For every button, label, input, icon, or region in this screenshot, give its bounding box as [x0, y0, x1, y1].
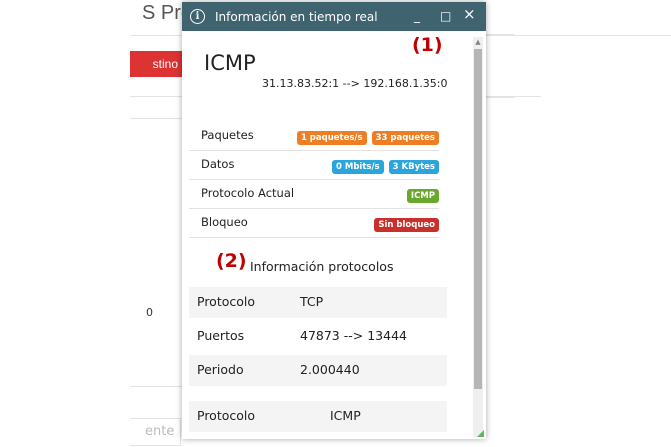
- stat-label: Datos: [201, 157, 235, 171]
- stat-label: Paquetes: [201, 128, 254, 142]
- background-input-text: ente: [145, 424, 175, 439]
- background-divider: [130, 96, 182, 97]
- vertical-scrollbar[interactable]: ▲: [473, 37, 483, 437]
- table-row: Periodo 2.000440: [189, 355, 447, 386]
- current-protocol-heading: ICMP: [204, 51, 256, 75]
- dialog-content: (1) ICMP 31.13.83.52:1 --> 192.168.1.35:…: [182, 31, 486, 439]
- annotation-2: (2): [216, 250, 247, 272]
- realtime-info-dialog: i Información en tiempo real _ □ × (1) I…: [182, 2, 486, 439]
- packets-rate-badge: 1 paquetes/s: [296, 131, 367, 145]
- ports-value: 47873 --> 13444: [300, 328, 407, 343]
- data-rate-badge: 0 Mbits/s: [332, 160, 384, 174]
- background-destination-button[interactable]: stino: [130, 51, 182, 77]
- protocols-section-title: Información protocolos: [250, 259, 394, 274]
- close-button[interactable]: ×: [463, 7, 476, 22]
- scroll-up-arrow-icon[interactable]: ▲: [473, 37, 483, 47]
- connection-flow: 31.13.83.52:1 --> 192.168.1.35:0: [262, 77, 448, 90]
- blocking-status-badge: Sin bloqueo: [374, 218, 439, 232]
- maximize-button[interactable]: □: [440, 9, 451, 23]
- scrollbar-thumb[interactable]: [474, 49, 482, 389]
- data-total-badge: 3 KBytes: [388, 160, 439, 174]
- background-value: 0: [146, 306, 153, 319]
- annotation-1: (1): [412, 34, 443, 56]
- stat-row-data: Datos 0 Mbits/s 3 KBytes: [189, 151, 439, 180]
- table-row: Protocolo TCP: [189, 287, 447, 318]
- background-panel: [486, 34, 514, 98]
- dialog-titlebar[interactable]: i Información en tiempo real _ □ ×: [182, 2, 486, 31]
- period-key: Periodo: [197, 362, 244, 377]
- stat-row-packets: Paquetes 1 paquetes/s 33 paquetes: [189, 122, 439, 151]
- protocol-value: ICMP: [330, 408, 361, 423]
- stat-row-current-protocol: Protocolo Actual ICMP: [189, 180, 439, 209]
- minimize-button[interactable]: _: [414, 9, 420, 23]
- ports-key: Puertos: [197, 328, 245, 343]
- table-row: Protocolo ICMP: [189, 401, 447, 432]
- info-icon: i: [190, 9, 205, 24]
- dialog-title: Información en tiempo real: [215, 9, 378, 24]
- stat-row-blocking: Bloqueo Sin bloqueo: [189, 209, 439, 238]
- protocol-key: Protocolo: [197, 408, 256, 423]
- table-row: Puertos 47873 --> 13444: [189, 321, 447, 352]
- background-divider: [130, 118, 182, 119]
- protocol-key: Protocolo: [197, 294, 256, 309]
- background-divider: [130, 386, 182, 387]
- stat-label: Protocolo Actual: [201, 186, 295, 200]
- current-protocol-badge: ICMP: [406, 189, 439, 203]
- period-value: 2.000440: [300, 362, 360, 377]
- resize-grip-icon[interactable]: [477, 430, 484, 437]
- packets-total-badge: 33 paquetes: [371, 131, 439, 145]
- stat-label: Bloqueo: [201, 215, 248, 229]
- background-divider: [486, 96, 541, 97]
- protocol-value: TCP: [300, 294, 324, 309]
